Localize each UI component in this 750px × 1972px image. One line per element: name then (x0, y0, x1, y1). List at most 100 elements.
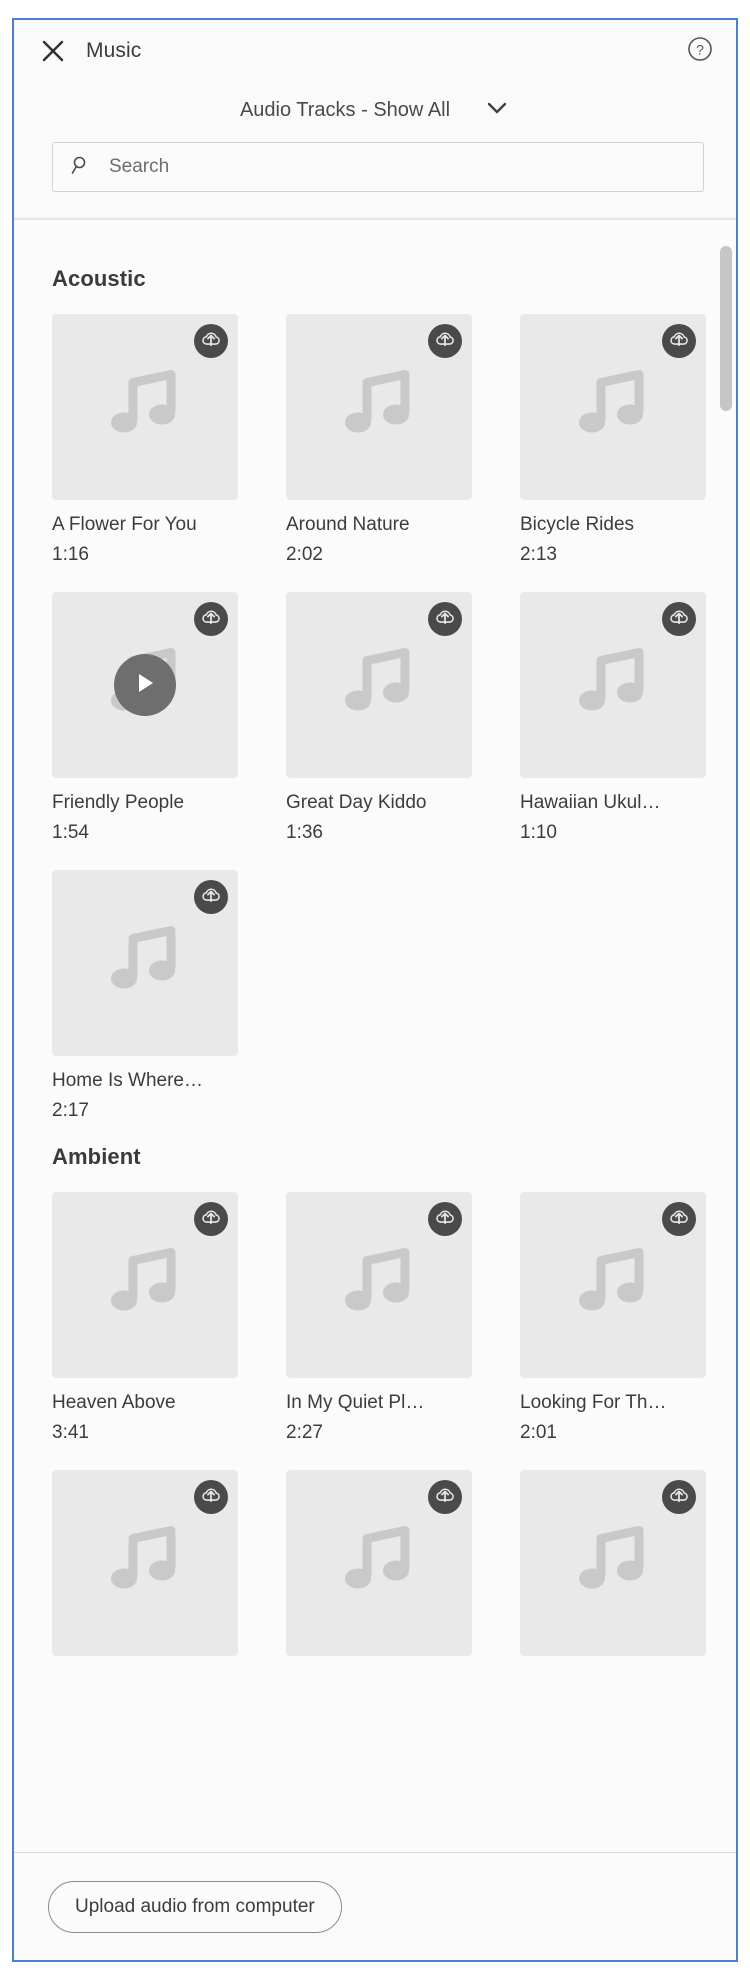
track-scroll-area[interactable]: Acoustic A Flower For You 1:16 Around Natur… (14, 220, 736, 1852)
track-thumbnail[interactable] (520, 592, 706, 778)
cloud-upload-icon (668, 606, 690, 633)
track-title: Around Nature (286, 514, 410, 535)
cloud-upload-icon (200, 328, 222, 355)
music-note-icon (97, 357, 193, 458)
track-grid: Heaven Above 3:41 In My Quiet Pl… 2:27 Looki… (14, 1192, 736, 1656)
cloud-upload-icon (434, 1206, 456, 1233)
track-duration: 2:27 (286, 1422, 323, 1443)
track-card[interactable]: Hawaiian Ukul… 1:10 (520, 592, 706, 844)
cloud-upload-button[interactable] (662, 1202, 696, 1236)
help-button[interactable]: ? (684, 35, 716, 67)
music-note-icon (97, 913, 193, 1014)
cloud-upload-button[interactable] (428, 602, 462, 636)
upload-audio-button[interactable]: Upload audio from computer (48, 1880, 342, 1933)
track-title: In My Quiet Pl… (286, 1392, 425, 1413)
track-card[interactable] (52, 1470, 238, 1656)
search-box[interactable] (52, 142, 704, 192)
track-title: A Flower For You (52, 514, 197, 535)
scrollbar-track[interactable] (720, 224, 732, 1848)
search-wrapper (14, 138, 736, 218)
cloud-upload-icon (668, 1206, 690, 1233)
track-title: Great Day Kiddo (286, 792, 427, 813)
track-card[interactable]: Heaven Above 3:41 (52, 1192, 238, 1444)
audio-filter-dropdown[interactable]: Audio Tracks - Show All (234, 95, 516, 126)
help-circle-icon: ? (686, 35, 714, 68)
close-button[interactable] (36, 34, 70, 68)
track-duration: 2:17 (52, 1100, 89, 1121)
scrollbar-thumb[interactable] (720, 246, 732, 411)
track-duration: 1:54 (52, 822, 89, 843)
music-note-icon (331, 357, 427, 458)
track-thumbnail[interactable] (52, 592, 238, 778)
track-title: Heaven Above (52, 1392, 176, 1413)
track-card[interactable]: Around Nature 2:02 (286, 314, 472, 566)
cloud-upload-button[interactable] (194, 880, 228, 914)
track-section: Acoustic A Flower For You 1:16 Around Natur… (14, 250, 736, 1128)
cloud-upload-button[interactable] (662, 324, 696, 358)
cloud-upload-button[interactable] (428, 1480, 462, 1514)
panel-header: Music ? Audio Tracks - Show All (14, 20, 736, 219)
music-note-icon (97, 1513, 193, 1614)
play-button[interactable] (114, 654, 176, 716)
audio-filter-label: Audio Tracks - Show All (239, 98, 451, 121)
track-thumbnail[interactable] (52, 1192, 238, 1378)
track-card[interactable]: Looking For Th… 2:01 (520, 1192, 706, 1444)
music-note-icon (565, 635, 661, 736)
track-thumbnail[interactable] (286, 314, 472, 500)
track-card[interactable]: A Flower For You 1:16 (52, 314, 238, 566)
track-duration: 2:02 (286, 544, 323, 565)
music-panel: Music ? Audio Tracks - Show All Search A… (12, 18, 738, 1962)
track-card[interactable] (286, 1470, 472, 1656)
track-list-body: Acoustic A Flower For You 1:16 Around Natur… (14, 219, 736, 1852)
panel-footer: Upload audio from computer (14, 1852, 736, 1960)
track-thumbnail[interactable] (52, 870, 238, 1056)
cloud-upload-button[interactable] (428, 324, 462, 358)
panel-titlebar: Music ? (14, 20, 736, 82)
music-note-icon (331, 1235, 427, 1336)
track-thumbnail[interactable] (286, 1470, 472, 1656)
track-card[interactable]: Home Is Where… 2:17 (52, 870, 238, 1122)
close-icon (41, 39, 65, 63)
chevron-down-icon (484, 100, 510, 121)
track-thumbnail[interactable] (286, 1192, 472, 1378)
cloud-upload-icon (200, 606, 222, 633)
music-note-icon (565, 1513, 661, 1614)
track-card[interactable]: Friendly People 1:54 (52, 592, 238, 844)
track-thumbnail[interactable] (520, 1192, 706, 1378)
cloud-upload-button[interactable] (662, 1480, 696, 1514)
cloud-upload-button[interactable] (662, 602, 696, 636)
music-note-icon (565, 1235, 661, 1336)
page-title: Music (86, 39, 142, 62)
cloud-upload-icon (668, 328, 690, 355)
cloud-upload-button[interactable] (194, 1202, 228, 1236)
track-title: Home Is Where… (52, 1070, 203, 1091)
search-input[interactable] (109, 156, 685, 178)
track-thumbnail[interactable] (52, 314, 238, 500)
music-note-icon (331, 1513, 427, 1614)
track-thumbnail[interactable] (520, 314, 706, 500)
cloud-upload-icon (200, 884, 222, 911)
music-note-icon (331, 635, 427, 736)
search-icon (71, 155, 91, 180)
track-duration: 1:16 (52, 544, 89, 565)
track-duration: 2:13 (520, 544, 557, 565)
track-card[interactable]: In My Quiet Pl… 2:27 (286, 1192, 472, 1444)
cloud-upload-icon (434, 328, 456, 355)
cloud-upload-icon (434, 1484, 456, 1511)
cloud-upload-button[interactable] (428, 1202, 462, 1236)
track-thumbnail[interactable] (52, 1470, 238, 1656)
cloud-upload-button[interactable] (194, 1480, 228, 1514)
filter-row: Audio Tracks - Show All (14, 82, 736, 138)
cloud-upload-icon (200, 1206, 222, 1233)
music-note-icon (97, 1235, 193, 1336)
music-note-icon (565, 357, 661, 458)
track-card[interactable]: Great Day Kiddo 1:36 (286, 592, 472, 844)
cloud-upload-button[interactable] (194, 602, 228, 636)
track-card[interactable] (520, 1470, 706, 1656)
track-thumbnail[interactable] (286, 592, 472, 778)
track-section: Ambient Heaven Above 3:41 In My Quiet Pl… 2:… (14, 1128, 736, 1662)
track-thumbnail[interactable] (520, 1470, 706, 1656)
track-card[interactable]: Bicycle Rides 2:13 (520, 314, 706, 566)
cloud-upload-button[interactable] (194, 324, 228, 358)
play-icon (132, 669, 158, 702)
